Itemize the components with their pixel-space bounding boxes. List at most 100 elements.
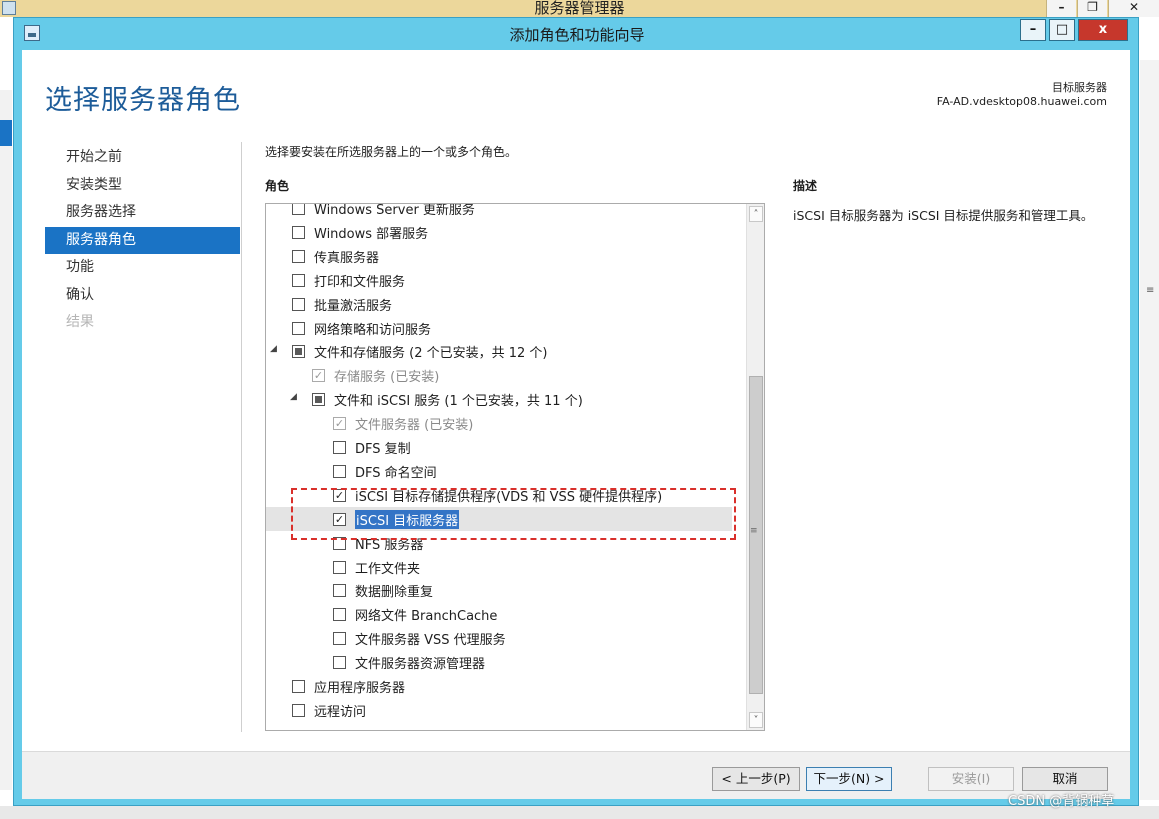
role-checkbox[interactable] — [312, 393, 325, 407]
role-label: DFS 复制 — [355, 442, 411, 457]
server-manager-scrollbar[interactable] — [1140, 60, 1159, 800]
role-label: 工作文件夹 — [355, 561, 421, 577]
expand-arrow-icon[interactable]: ◢ — [290, 392, 297, 402]
target-server-label: 目标服务器 — [1052, 81, 1107, 94]
target-server-name: FA-AD.vdesktop08.huawei.com — [936, 95, 1107, 108]
description-text: iSCSI 目标服务器为 iSCSI 目标提供服务和管理工具。 — [793, 208, 1094, 223]
role-label: 文件服务器 (已安装) — [355, 418, 474, 434]
wizard-title: 添加角色和功能向导 — [509, 26, 645, 44]
role-label: Windows Server 更新服务 — [314, 203, 475, 218]
role-checkbox[interactable] — [292, 321, 305, 335]
role-checkbox[interactable] — [333, 584, 346, 598]
role-row[interactable]: ◢ 文件和存储服务 (2 个已安装，共 12 个) — [266, 339, 746, 363]
nav-step-0[interactable]: 开始之前 — [45, 144, 240, 172]
role-row[interactable]: 数据删除重复 — [266, 578, 746, 602]
server-manager-minimize-button[interactable]: – — [1046, 0, 1076, 17]
role-row[interactable]: Windows 部署服务 — [266, 220, 746, 244]
role-checkbox[interactable] — [292, 225, 305, 239]
server-manager-scroll-grip[interactable]: ≡ — [1146, 285, 1155, 305]
nav-step-6: 结果 — [66, 314, 94, 330]
nav-step-2[interactable]: 服务器选择 — [45, 199, 240, 227]
highlight-annotation-box — [291, 488, 736, 540]
scroll-down-icon[interactable]: ˅ — [749, 712, 763, 728]
role-row[interactable]: DFS 复制 — [266, 435, 746, 459]
role-row[interactable]: 应用程序服务器 — [266, 674, 746, 698]
role-row[interactable]: 批量激活服务 — [266, 292, 746, 316]
cancel-button[interactable]: 取消 — [1022, 767, 1108, 791]
role-checkbox[interactable] — [333, 608, 346, 622]
nav-step-4[interactable]: 功能 — [45, 254, 240, 282]
page-title: 选择服务器角色 — [45, 85, 241, 116]
scroll-grip-icon: ≡ — [750, 526, 758, 536]
roles-tree[interactable]: ˄ ≡ ˅ Windows Server 更新服务 Windows 部署服务 传真服… — [265, 203, 765, 731]
role-checkbox: ✓ — [333, 417, 346, 431]
expand-arrow-icon[interactable]: ◢ — [270, 344, 277, 354]
role-row[interactable]: 文件服务器资源管理器 — [266, 650, 746, 674]
role-row[interactable]: 网络文件 BranchCache — [266, 602, 746, 626]
scroll-up-icon[interactable]: ˄ — [749, 206, 763, 222]
server-manager-bottom-edge — [0, 806, 1159, 819]
role-label: 文件和 iSCSI 服务 (1 个已安装，共 11 个) — [334, 394, 583, 410]
server-manager-restore-button[interactable]: ❐ — [1077, 0, 1107, 17]
role-checkbox[interactable] — [292, 204, 305, 215]
server-manager-title: 服务器管理器 — [534, 0, 625, 17]
wizard-minimize-button[interactable]: – — [1020, 19, 1046, 41]
role-label: 传真服务器 — [314, 250, 380, 266]
role-row[interactable]: ✓ 存储服务 (已安装) — [266, 363, 746, 387]
watermark: CSDN @背锅种草 — [1008, 794, 1115, 809]
role-label: 数据删除重复 — [355, 585, 434, 601]
install-button[interactable]: 安装(I) — [928, 767, 1014, 791]
previous-button[interactable]: < 上一步(P) — [712, 767, 800, 791]
description-heading: 描述 — [793, 179, 818, 193]
role-checkbox[interactable] — [333, 632, 346, 646]
role-row[interactable]: 网络策略和访问服务 — [266, 316, 746, 340]
roles-heading: 角色 — [265, 179, 290, 193]
wizard-maximize-button[interactable]: □ — [1049, 19, 1075, 41]
role-row[interactable]: 远程访问 — [266, 698, 746, 722]
role-checkbox[interactable] — [333, 441, 346, 454]
server-manager-sidebar — [0, 90, 12, 790]
role-row[interactable]: DFS 命名空间 — [266, 459, 746, 483]
role-label: 远程访问 — [314, 704, 367, 720]
role-row[interactable]: ✓ 文件服务器 (已安装) — [266, 411, 746, 435]
role-label: 存储服务 (已安装) — [334, 370, 440, 386]
roles-scrollbar[interactable]: ˄ ≡ ˅ — [746, 204, 764, 730]
nav-step-3[interactable]: 服务器角色 — [45, 226, 240, 254]
role-checkbox[interactable] — [333, 656, 346, 670]
role-checkbox: ✓ — [312, 369, 325, 383]
wizard-client-area: 选择服务器角色 目标服务器 FA-AD.vdesktop08.huawei.co… — [22, 50, 1130, 799]
role-label: 打印和文件服务 — [314, 274, 406, 290]
role-checkbox[interactable] — [292, 345, 305, 359]
role-row[interactable]: ◢ 文件和 iSCSI 服务 (1 个已安装，共 11 个) — [266, 387, 746, 411]
wizard-close-button[interactable]: x — [1078, 19, 1128, 41]
role-row[interactable]: Windows Server 更新服务 — [266, 203, 746, 220]
role-label: DFS 命名空间 — [355, 465, 437, 481]
role-checkbox[interactable] — [292, 249, 305, 263]
role-row[interactable]: 打印和文件服务 — [266, 268, 746, 292]
role-checkbox[interactable] — [333, 464, 346, 478]
server-manager-close-button[interactable]: ✕ — [1108, 0, 1159, 17]
role-label: Windows 部署服务 — [314, 226, 429, 242]
nav-step-1[interactable]: 安装类型 — [45, 172, 240, 200]
role-checkbox[interactable] — [292, 273, 305, 287]
role-row[interactable]: 工作文件夹 — [266, 555, 746, 579]
role-checkbox[interactable] — [292, 297, 305, 311]
role-checkbox[interactable] — [292, 680, 305, 693]
wizard-footer: < 上一步(P) 下一步(N) > 安装(I) 取消 — [22, 751, 1130, 799]
role-row[interactable]: 传真服务器 — [266, 244, 746, 268]
role-label: 文件和存储服务 (2 个已安装，共 12 个) — [314, 346, 548, 362]
add-roles-wizard-window: 添加角色和功能向导 – □ x 选择服务器角色 目标服务器 FA-AD.vdes… — [13, 17, 1139, 806]
server-manager-sidebar-selected[interactable] — [0, 120, 12, 146]
role-checkbox[interactable] — [333, 560, 346, 574]
role-label: 网络文件 BranchCache — [355, 609, 498, 625]
role-label: 应用程序服务器 — [314, 681, 406, 696]
role-checkbox[interactable] — [292, 703, 305, 717]
role-label: 文件服务器资源管理器 — [355, 657, 486, 673]
role-row[interactable]: 文件服务器 VSS 代理服务 — [266, 626, 746, 650]
instruction-text: 选择要安装在所选服务器上的一个或多个角色。 — [265, 145, 518, 159]
nav-divider — [241, 142, 242, 732]
role-label: 文件服务器 VSS 代理服务 — [355, 633, 506, 649]
role-label: 批量激活服务 — [314, 298, 393, 314]
next-button[interactable]: 下一步(N) > — [806, 767, 892, 791]
nav-step-5[interactable]: 确认 — [45, 282, 240, 310]
